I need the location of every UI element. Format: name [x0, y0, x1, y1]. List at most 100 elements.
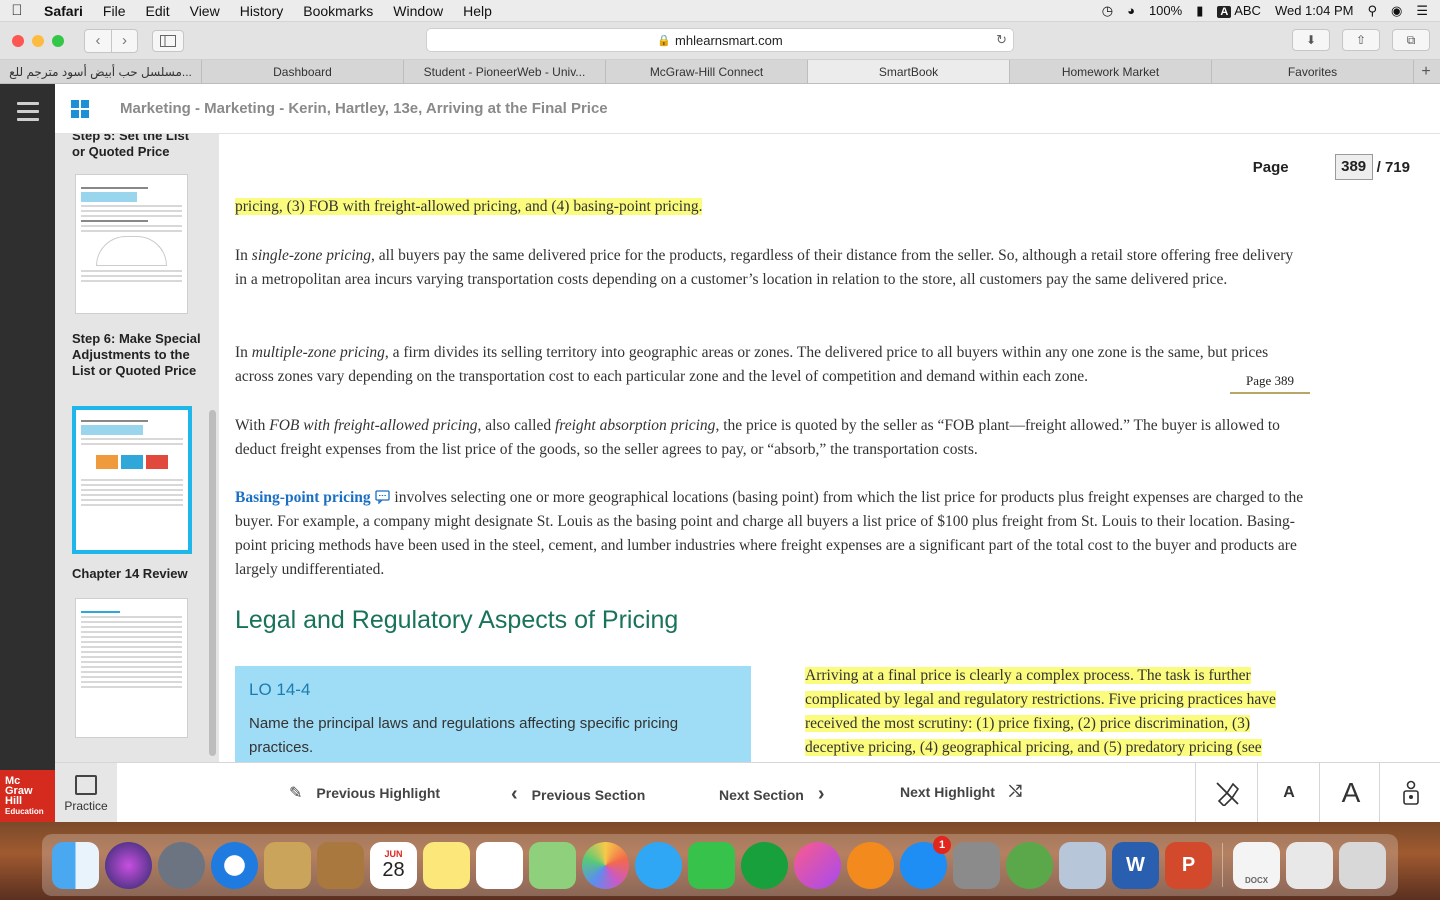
- sidebar-section-chapter-review[interactable]: Chapter 14 Review: [72, 566, 202, 582]
- practice-button[interactable]: Practice: [55, 763, 117, 823]
- mail-icon[interactable]: [264, 841, 311, 889]
- messages-icon[interactable]: [635, 841, 682, 889]
- photos-icon[interactable]: [582, 841, 629, 889]
- next-section-button[interactable]: Next Section ›: [719, 783, 824, 806]
- safari-icon[interactable]: [211, 841, 258, 889]
- sidebar-section-step5[interactable]: Step 5: Set the List or Quoted Price: [72, 134, 202, 160]
- siri-icon[interactable]: [105, 841, 152, 889]
- vpn-globe-icon[interactable]: [1006, 841, 1053, 889]
- tab-pioneerweb[interactable]: Student - PioneerWeb - Univ...: [404, 60, 606, 83]
- time-machine-icon[interactable]: ◷: [1102, 3, 1113, 19]
- highlighted-text-legal[interactable]: Arriving at a final price is clearly a c…: [805, 667, 1276, 756]
- menu-file[interactable]: File: [93, 3, 136, 19]
- docx-file-icon[interactable]: DOCX: [1233, 841, 1280, 889]
- sidebar-scrollbar[interactable]: [207, 134, 217, 762]
- reload-icon[interactable]: ↻: [996, 32, 1007, 48]
- documents-stack-icon[interactable]: [1286, 841, 1333, 889]
- address-bar[interactable]: 🔒 mhlearnsmart.com ↻: [426, 28, 1014, 52]
- tab-smartbook[interactable]: SmartBook: [808, 60, 1010, 83]
- menu-app-safari[interactable]: Safari: [34, 3, 93, 19]
- sidebar-section-step6[interactable]: Step 6: Make Special Adjustments to the …: [72, 331, 202, 379]
- previous-highlight-button[interactable]: ✎ Previous Highlight: [289, 783, 440, 803]
- thumbnail-step5[interactable]: [75, 174, 188, 314]
- launchpad-icon[interactable]: [158, 841, 205, 889]
- ibooks-icon[interactable]: [847, 841, 894, 889]
- paragraph-legal-aspects: Arriving at a final price is clearly a c…: [805, 664, 1305, 760]
- next-highlight-button[interactable]: Next Highlight ⤭: [900, 783, 1022, 801]
- tab-bar: مسلسل حب أبيض أسود مترجم للع... Dashboar…: [0, 60, 1440, 84]
- tab-arabic-series[interactable]: مسلسل حب أبيض أسود مترجم للع...: [0, 60, 202, 83]
- tab-overview-button[interactable]: ⧉: [1392, 29, 1430, 51]
- practice-label: Practice: [64, 799, 108, 813]
- menubar-clock[interactable]: Wed 1:04 PM: [1275, 3, 1354, 18]
- zoom-window-button[interactable]: [52, 34, 64, 47]
- battery-icon[interactable]: ▮: [1196, 3, 1203, 19]
- menu-bookmarks[interactable]: Bookmarks: [293, 3, 383, 19]
- siri-icon[interactable]: ◉: [1391, 3, 1402, 19]
- thumbnail-chapter-review[interactable]: [75, 598, 188, 738]
- input-source-label[interactable]: ABC: [1234, 3, 1261, 18]
- highlighted-text[interactable]: pricing, (3) FOB with freight-allowed pr…: [235, 198, 703, 215]
- learning-objective-text: Name the principal laws and regulations …: [249, 715, 679, 756]
- accessibility-button[interactable]: [1380, 763, 1440, 823]
- back-button[interactable]: ‹: [85, 30, 111, 52]
- term-single-zone-pricing: single-zone pricing: [251, 247, 372, 264]
- sidebar-toggle-button[interactable]: [152, 29, 184, 52]
- glossary-term-basing-point-pricing[interactable]: Basing-point pricing: [235, 489, 371, 506]
- app-left-strip: Mc Graw Hill Education: [0, 84, 55, 822]
- tab-dashboard[interactable]: Dashboard: [202, 60, 404, 83]
- tab-favorites[interactable]: Favorites: [1212, 60, 1414, 83]
- menu-edit[interactable]: Edit: [135, 3, 179, 19]
- hide-highlights-button[interactable]: [1196, 763, 1258, 823]
- increase-font-button[interactable]: A: [1320, 763, 1382, 823]
- maps-icon[interactable]: [529, 841, 576, 889]
- keynote-remote-icon[interactable]: [741, 841, 788, 889]
- section-heading: Legal and Regulatory Aspects of Pricing: [235, 606, 679, 634]
- microsoft-word-icon[interactable]: W: [1112, 841, 1159, 889]
- system-preferences-icon[interactable]: [953, 841, 1000, 889]
- reading-pane: Page 389 / 719 pricing, (3) FOB with fre…: [219, 134, 1440, 762]
- wifi-icon[interactable]: ◕: [1127, 3, 1135, 18]
- contacts-icon[interactable]: [317, 841, 364, 889]
- battery-percent[interactable]: 100%: [1149, 3, 1182, 18]
- previous-section-button[interactable]: ‹ Previous Section: [511, 783, 645, 806]
- page-indicator: Page 389 / 719: [1253, 154, 1410, 180]
- apple-menu-icon[interactable]: : [0, 2, 34, 19]
- microsoft-powerpoint-icon[interactable]: P: [1165, 841, 1212, 889]
- thumbnail-step6-active[interactable]: [72, 406, 192, 554]
- preview-icon[interactable]: [1059, 841, 1106, 889]
- reminders-icon[interactable]: [476, 841, 523, 889]
- notes-icon[interactable]: [423, 841, 470, 889]
- input-source-badge[interactable]: A: [1217, 6, 1232, 18]
- menu-view[interactable]: View: [180, 3, 230, 19]
- paragraph-fob-freight-allowed: With FOB with freight-allowed pricing, a…: [235, 417, 1280, 458]
- chevron-right-icon: ›: [122, 32, 127, 49]
- share-button[interactable]: ⇧: [1342, 29, 1380, 51]
- hamburger-menu-icon[interactable]: [17, 102, 39, 126]
- menu-help[interactable]: Help: [453, 3, 502, 19]
- tab-homework-market[interactable]: Homework Market: [1010, 60, 1212, 83]
- close-window-button[interactable]: [12, 34, 24, 47]
- glossary-comment-icon[interactable]: [374, 490, 391, 505]
- mcgraw-hill-logo: Mc Graw Hill Education: [0, 770, 55, 822]
- itunes-icon[interactable]: [794, 841, 841, 889]
- app-header: Marketing - Marketing - Kerin, Hartley, …: [55, 84, 1440, 134]
- page-number-input[interactable]: 389: [1334, 154, 1373, 180]
- menu-history[interactable]: History: [230, 3, 294, 19]
- spotlight-search-icon[interactable]: ⚲: [1367, 3, 1377, 19]
- minimize-window-button[interactable]: [32, 34, 44, 47]
- trash-icon[interactable]: [1339, 841, 1386, 889]
- finder-icon[interactable]: [52, 841, 99, 889]
- new-tab-button[interactable]: +: [1414, 60, 1438, 83]
- menu-window[interactable]: Window: [383, 3, 453, 19]
- facetime-icon[interactable]: [688, 841, 735, 889]
- sidebar-scroll-thumb[interactable]: [209, 410, 216, 756]
- forward-button[interactable]: ›: [111, 29, 137, 52]
- downloads-button[interactable]: ⬇: [1292, 29, 1330, 51]
- decrease-font-button[interactable]: A: [1258, 763, 1320, 823]
- apps-grid-icon[interactable]: [71, 99, 89, 118]
- calendar-icon[interactable]: JUN 28: [370, 841, 417, 889]
- app-store-icon[interactable]: 1: [900, 835, 951, 889]
- tab-mcgraw-hill-connect[interactable]: McGraw-Hill Connect: [606, 60, 808, 83]
- notification-center-icon[interactable]: ☰: [1416, 3, 1428, 19]
